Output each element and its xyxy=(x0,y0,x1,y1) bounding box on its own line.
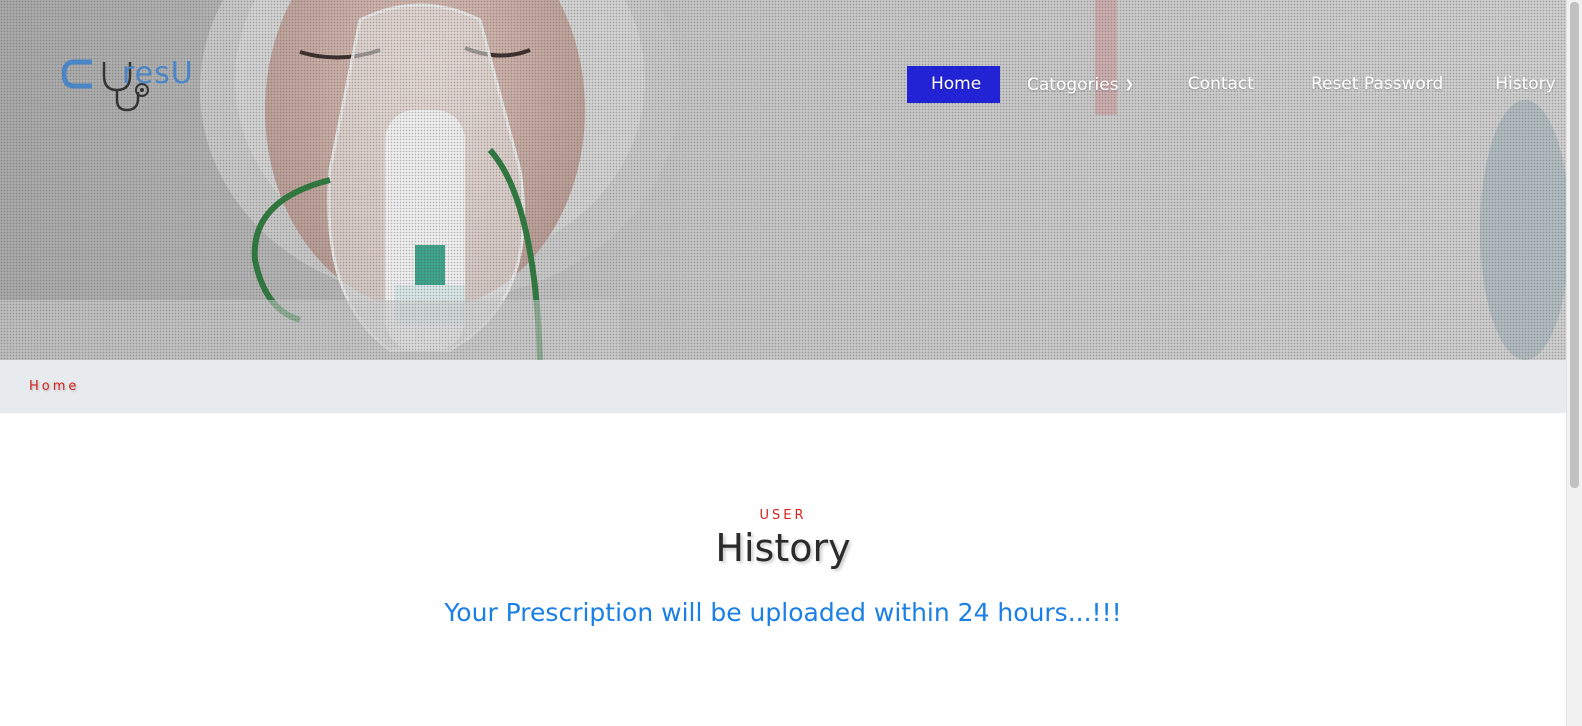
main-nav: Home Catogories ❯ Contact Reset Password … xyxy=(907,66,1580,103)
hero-banner xyxy=(0,0,1566,360)
breadcrumb-home-link[interactable]: Home xyxy=(29,379,79,394)
nav-reset-password-label: Reset Password xyxy=(1310,74,1444,94)
logo-text: resU xyxy=(122,56,194,91)
nav-contact-label: Contact xyxy=(1187,74,1254,94)
nav-history-label: History xyxy=(1495,74,1556,94)
status-message: Your Prescription will be uploaded withi… xyxy=(444,598,1122,627)
nav-home[interactable]: Home xyxy=(907,66,1000,103)
nav-categories[interactable]: Catogories ❯ xyxy=(1003,66,1158,103)
page: resU Home Catogories ❯ Contact Reset Pass… xyxy=(0,0,1566,726)
scrollbar-thumb[interactable] xyxy=(1570,2,1579,488)
hero-overlay-pattern xyxy=(0,0,1566,360)
nav-home-label: Home xyxy=(931,74,982,94)
chevron-down-icon: ❯ xyxy=(1124,78,1134,91)
nav-history[interactable]: History xyxy=(1471,66,1579,103)
nav-reset-password[interactable]: Reset Password xyxy=(1287,66,1467,103)
site-logo[interactable]: resU xyxy=(62,56,232,116)
section-label: USER xyxy=(759,508,807,523)
nav-contact[interactable]: Contact xyxy=(1164,66,1278,103)
vertical-scrollbar[interactable] xyxy=(1566,0,1582,726)
nav-categories-label: Catogories xyxy=(1027,75,1119,95)
breadcrumb: Home xyxy=(0,360,1566,413)
page-title: History xyxy=(715,526,851,570)
